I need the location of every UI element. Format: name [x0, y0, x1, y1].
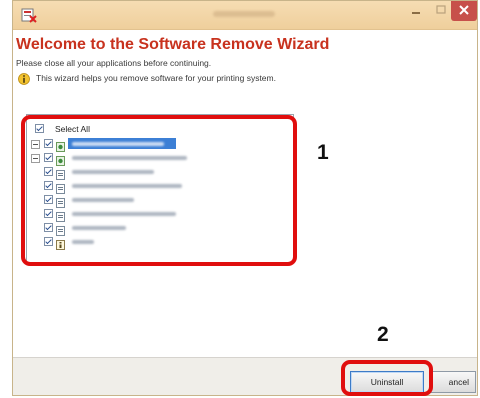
- wizard-heading: Welcome to the Software Remove Wizard: [16, 36, 330, 53]
- minimize-icon: [412, 12, 420, 14]
- wizard-info-text: This wizard helps you remove software fo…: [36, 73, 276, 83]
- close-apps-instruction: Please close all your applications befor…: [16, 58, 212, 68]
- list-highlight-box: [21, 115, 297, 266]
- step-1-callout: 1: [317, 141, 329, 164]
- maximize-icon: [436, 5, 446, 14]
- step-2-callout: 2: [377, 323, 389, 346]
- close-button[interactable]: [451, 1, 477, 21]
- info-icon: [18, 72, 30, 85]
- uninstall-highlight-box: [341, 360, 433, 396]
- title-bar[interactable]: [13, 1, 477, 30]
- minimize-button[interactable]: [403, 1, 429, 21]
- close-icon: [459, 5, 469, 15]
- window-title-blurred: [213, 11, 275, 17]
- maximize-button[interactable]: [431, 1, 451, 21]
- cancel-button[interactable]: ancel: [430, 371, 476, 393]
- app-icon: [21, 7, 37, 23]
